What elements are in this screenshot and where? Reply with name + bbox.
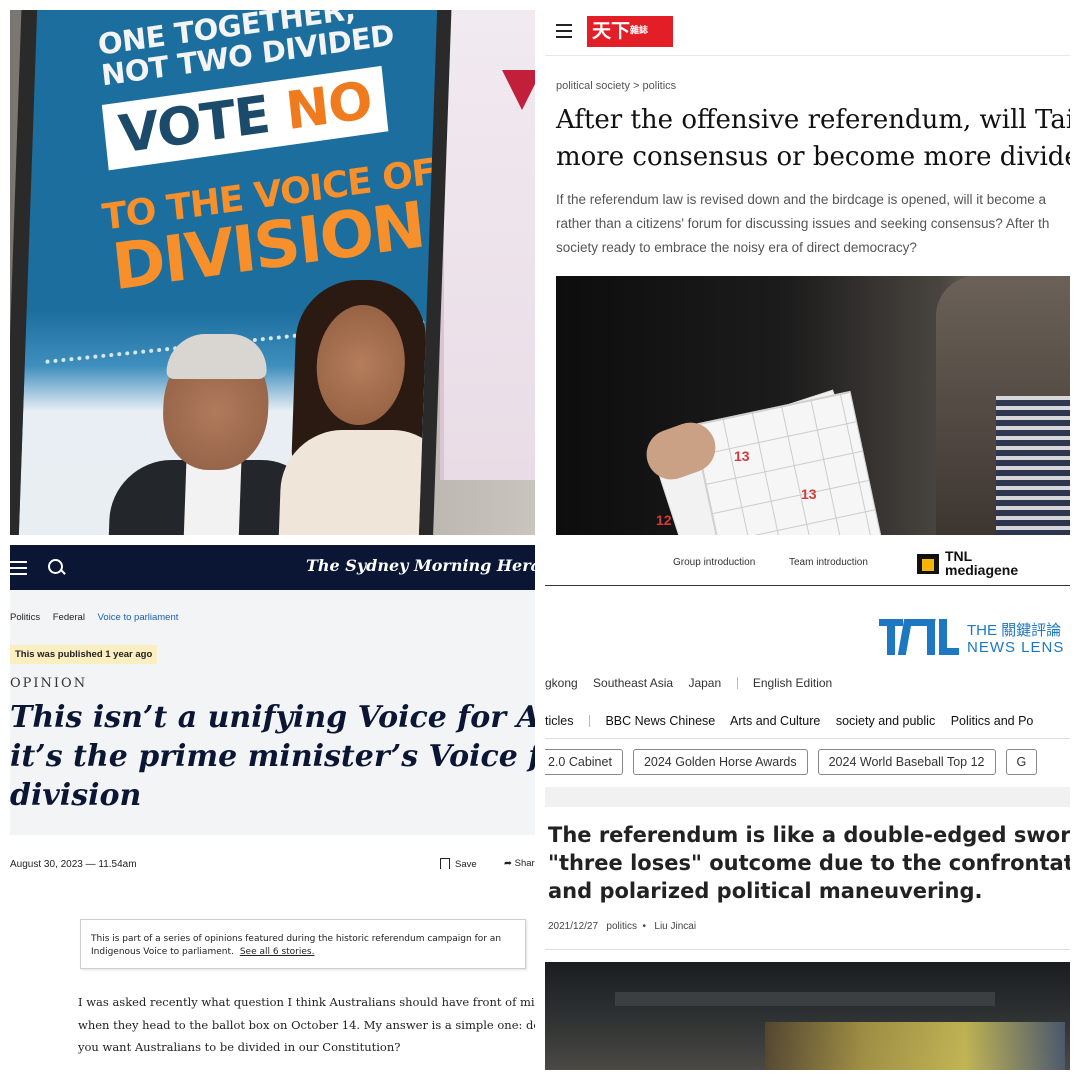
article-headline: This isn’t a unifying Voice for Austral …: [10, 700, 535, 813]
smh-masthead[interactable]: The Sydney Morning Herald: [306, 556, 535, 575]
poster-portrait-man: [107, 334, 322, 535]
commonwealth-logo[interactable]: 天下雜誌: [587, 16, 673, 47]
crumb-federal[interactable]: Federal: [53, 612, 85, 623]
category-item[interactable]: ticles: [545, 714, 573, 728]
topic-tags: 2.0 Cabinet 2024 Golden Horse Awards 2024 …: [545, 749, 1047, 775]
ballot-number: 13: [734, 448, 750, 464]
article-headline: After the offensive referendum, will Tai…: [556, 105, 1070, 172]
ballot-paper: [691, 390, 883, 535]
article-header: Politics Federal Voice to parliament Thi…: [10, 590, 535, 835]
topic-tag[interactable]: 2.0 Cabinet: [545, 749, 623, 775]
article-headline: The referendum is like a double-edged sw…: [548, 823, 1070, 903]
search-icon[interactable]: [48, 559, 63, 574]
category-item[interactable]: Arts and Culture: [730, 714, 820, 728]
breadcrumb[interactable]: political society > politics: [556, 80, 676, 92]
crumb-politics[interactable]: Politics: [10, 612, 40, 623]
topic-tag[interactable]: G: [1005, 749, 1038, 775]
series-note: This is part of a series of opinions fea…: [80, 919, 526, 969]
english-edition-link[interactable]: English Edition: [753, 676, 832, 690]
pink-sign-board: [440, 10, 535, 480]
ballot-number: 13: [801, 486, 817, 502]
bookmark-icon: [440, 858, 450, 869]
tnl-logo-icon: [917, 554, 939, 574]
share-icon: ➦: [504, 858, 515, 869]
commonwealth-article: 天下雜誌 political society > politics After …: [545, 10, 1070, 535]
region-nav: gkong Southeast Asia Japan English Editi…: [545, 676, 844, 690]
campaign-poster: ONE TOGETHER, NOT TWO DIVIDED VOTE NO TO…: [18, 10, 438, 535]
article-lede: If the referendum law is revised down an…: [556, 192, 1050, 255]
article-author[interactable]: Liu Jincai: [654, 921, 696, 932]
smh-nav-bar: The Sydney Morning Herald: [10, 545, 535, 590]
newslens-brand-subtitle: NEWS LENS: [967, 639, 1065, 656]
tnl-logo-icon[interactable]: [879, 619, 959, 655]
category-item[interactable]: society and public: [836, 714, 935, 728]
category-item[interactable]: BBC News Chinese: [605, 714, 715, 728]
share-button[interactable]: ➦ Shar: [504, 858, 535, 869]
article-photo: [545, 962, 1070, 1070]
published-badge: This was published 1 year ago: [10, 645, 158, 664]
nav-team-introduction[interactable]: Team introduction: [789, 557, 868, 568]
ballot-number: 12: [656, 512, 672, 528]
newslens-brand-name: THE 關鍵評論: [967, 622, 1062, 639]
hamburger-menu-icon[interactable]: [556, 24, 572, 38]
category-nav: ticles BBC News Chinese Arts and Culture…: [545, 714, 1045, 728]
group-top-nav: Group introduction Team introduction TNL…: [545, 545, 1070, 586]
top-bar: 天下雜誌: [545, 10, 1070, 56]
article-body: I was asked recently what question I thi…: [78, 995, 535, 1054]
region-item[interactable]: gkong: [545, 676, 578, 690]
smh-article: The Sydney Morning Herald Politics Feder…: [10, 545, 535, 1070]
ballot-photo: 13 13 12: [556, 276, 1070, 535]
breadcrumb: Politics Federal Voice to parliament: [10, 612, 178, 623]
section-kicker: OPINION: [10, 676, 88, 691]
category-item[interactable]: Politics and Po: [951, 714, 1034, 728]
crumb-voice-to-parliament[interactable]: Voice to parliament: [98, 612, 179, 623]
vote-no-poster-photo: ONE TOGETHER, NOT TWO DIVIDED VOTE NO TO…: [10, 10, 535, 535]
article-meta: 2021/12/27 politics • Liu Jincai: [548, 921, 697, 932]
region-item[interactable]: Southeast Asia: [593, 676, 673, 690]
save-button[interactable]: Save: [440, 858, 477, 870]
see-all-stories-link[interactable]: See all 6 stories.: [240, 947, 315, 957]
poster-portrait-woman: [278, 280, 438, 535]
nav-group-introduction[interactable]: Group introduction: [673, 557, 755, 568]
dateline: August 30, 2023 — 11.54am: [10, 859, 137, 870]
region-item[interactable]: Japan: [688, 676, 721, 690]
topic-tag[interactable]: 2024 World Baseball Top 12: [817, 749, 996, 775]
article-date: 2021/12/27: [548, 921, 599, 932]
newslens-article: Group introduction Team introduction TNL…: [545, 545, 1070, 1070]
topic-tag[interactable]: 2024 Golden Horse Awards: [632, 749, 808, 775]
article-category[interactable]: politics: [606, 921, 637, 932]
hamburger-menu-icon[interactable]: [10, 561, 27, 575]
